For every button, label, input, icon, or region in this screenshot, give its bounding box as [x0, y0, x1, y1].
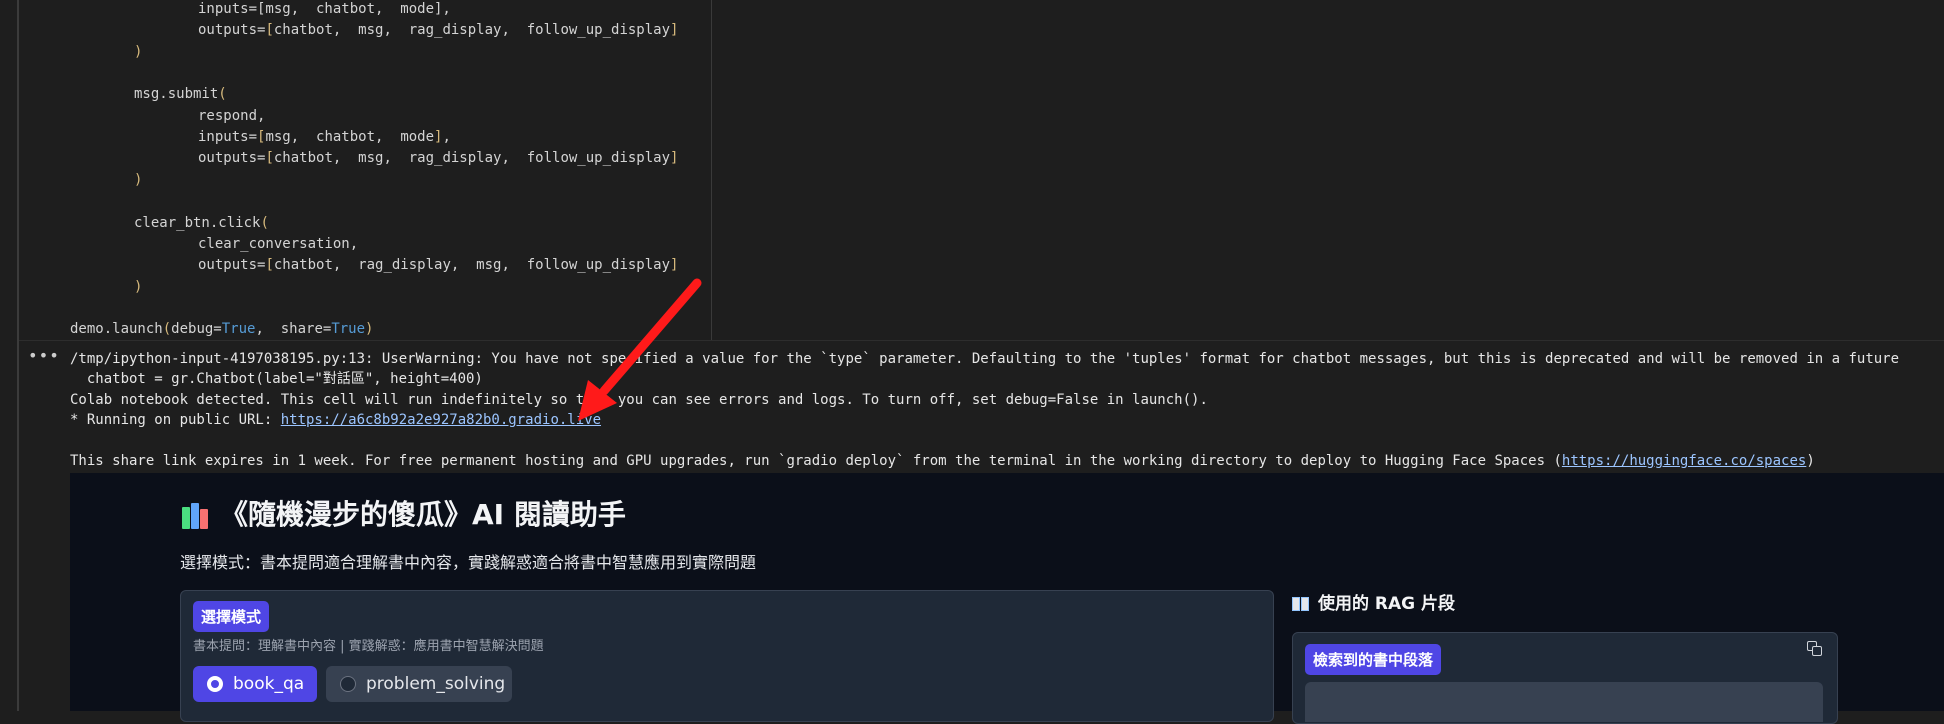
output-warning-source-line: chatbot = gr.Chatbot(label="對話區", height…	[70, 371, 483, 387]
radio-unselected-icon	[340, 676, 356, 692]
code-bracket: ]	[670, 150, 679, 167]
code-line: clear_btn.click(	[134, 213, 269, 233]
code-text: demo.launch	[70, 321, 163, 338]
app-title-text: 《隨機漫步的傻瓜》AI 閱讀助手	[220, 498, 626, 531]
output-actions-ellipsis-icon[interactable]: •••	[28, 347, 59, 369]
code-bracket: (	[162, 321, 172, 338]
code-text: clear_conversation,	[198, 235, 359, 252]
code-text: respond,	[198, 107, 266, 124]
books-icon	[180, 501, 212, 531]
output-public-url-line: * Running on public URL: https://a6c8b92…	[70, 410, 601, 430]
app-subtitle: 選擇模式：書本提問適合理解書中內容，實踐解惑適合將書中智慧應用到實際問題	[180, 553, 757, 572]
public-url-prefix: * Running on public URL:	[70, 412, 281, 428]
share-expiry-text: This share link expires in 1 week. For f…	[70, 453, 1562, 469]
code-line: outputs=[chatbot, msg, rag_display, foll…	[198, 148, 678, 168]
code-line: inputs=[msg, chatbot, mode],	[198, 0, 451, 19]
code-line: inputs=[msg, chatbot, mode],	[198, 127, 451, 147]
code-text: inputs=[msg, chatbot, mode],	[198, 1, 451, 17]
code-text: chatbot, msg, rag_display, follow_up_dis…	[273, 22, 671, 39]
share-expiry-suffix: )	[1806, 453, 1815, 469]
rag-display-panel: 檢索到的書中段落	[1292, 632, 1838, 724]
code-line: )	[134, 170, 142, 190]
copy-icon[interactable]	[1807, 641, 1823, 657]
code-line: outputs=[chatbot, msg, rag_display, foll…	[198, 20, 678, 40]
rag-title-text: 使用的 RAG 片段	[1318, 594, 1456, 614]
radio-option-problem-solving[interactable]: problem_solving	[326, 666, 512, 702]
code-cell-border	[711, 0, 712, 340]
code-bracket: )	[134, 43, 143, 60]
mode-selector-panel: 選擇模式 書本提問：理解書中內容 | 實踐解惑：應用書中智慧解決問題 book_…	[180, 590, 1274, 722]
code-bracket: ]	[670, 22, 679, 39]
mode-label-badge: 選擇模式	[193, 601, 270, 632]
output-warning-line: /tmp/ipython-input-4197038195.py:13: Use…	[70, 351, 1900, 367]
radio-option-label: problem_solving	[366, 674, 506, 694]
output-colab-notice: Colab notebook detected. This cell will …	[70, 392, 1208, 408]
rag-label-badge: 檢索到的書中段落	[1305, 644, 1442, 675]
code-bracket: )	[134, 171, 143, 188]
rag-section-title: 使用的 RAG 片段	[1292, 589, 1455, 614]
output-separator	[19, 340, 1944, 341]
gradio-app-embed: 《隨機漫步的傻瓜》AI 閱讀助手 選擇模式：書本提問適合理解書中內容，實踐解惑適…	[70, 473, 1944, 724]
code-line: demo.launch(debug=True, share=True)	[70, 319, 373, 339]
code-text: inputs=	[198, 129, 258, 146]
code-line: respond,	[198, 106, 265, 126]
code-text: msg, chatbot, mode	[265, 129, 435, 146]
code-line: )	[134, 42, 142, 62]
code-bracket: )	[134, 278, 143, 295]
code-bracket: [	[265, 150, 274, 167]
radio-option-book-qa[interactable]: book_qa	[193, 666, 317, 702]
code-bracket: [	[265, 22, 274, 39]
code-text: clear_btn.click	[134, 214, 261, 231]
code-keyword: True	[331, 321, 366, 338]
code-cell[interactable]: inputs=[msg, chatbot, mode], outputs=[cha…	[19, 0, 711, 340]
code-text: msg.submit	[134, 86, 219, 103]
code-line: )	[134, 277, 142, 297]
open-book-icon	[1292, 597, 1310, 611]
code-text: outputs=	[198, 257, 266, 274]
code-line: clear_conversation,	[198, 234, 358, 254]
code-text: ,	[442, 129, 451, 146]
code-bracket: (	[218, 86, 227, 103]
code-bracket: (	[260, 214, 269, 231]
code-text: chatbot, msg, rag_display, follow_up_dis…	[273, 150, 671, 167]
code-text: chatbot, rag_display, msg, follow_up_dis…	[273, 257, 671, 274]
code-text: outputs=	[198, 22, 266, 39]
code-bracket: [	[265, 257, 274, 274]
code-keyword: True	[221, 321, 256, 338]
code-text: debug=	[171, 321, 222, 338]
code-text: , share=	[255, 321, 332, 338]
code-text: outputs=	[198, 150, 266, 167]
code-bracket: )	[365, 321, 374, 338]
rag-text-output[interactable]	[1305, 682, 1823, 722]
app-title: 《隨機漫步的傻瓜》AI 閱讀助手	[180, 493, 626, 533]
huggingface-spaces-link[interactable]: https://huggingface.co/spaces	[1562, 453, 1806, 469]
code-line: msg.submit(	[134, 84, 227, 104]
code-bracket: ]	[670, 257, 679, 274]
radio-selected-icon	[207, 676, 223, 692]
public-url-link[interactable]: https://a6c8b92a2e927a82b0.gradio.live	[281, 412, 601, 428]
radio-option-label: book_qa	[233, 674, 305, 694]
code-line: outputs=[chatbot, rag_display, msg, foll…	[198, 255, 678, 275]
output-share-expiry-line: This share link expires in 1 week. For f…	[70, 451, 1815, 471]
mode-info-text: 書本提問：理解書中內容 | 實踐解惑：應用書中智慧解決問題	[193, 639, 544, 654]
